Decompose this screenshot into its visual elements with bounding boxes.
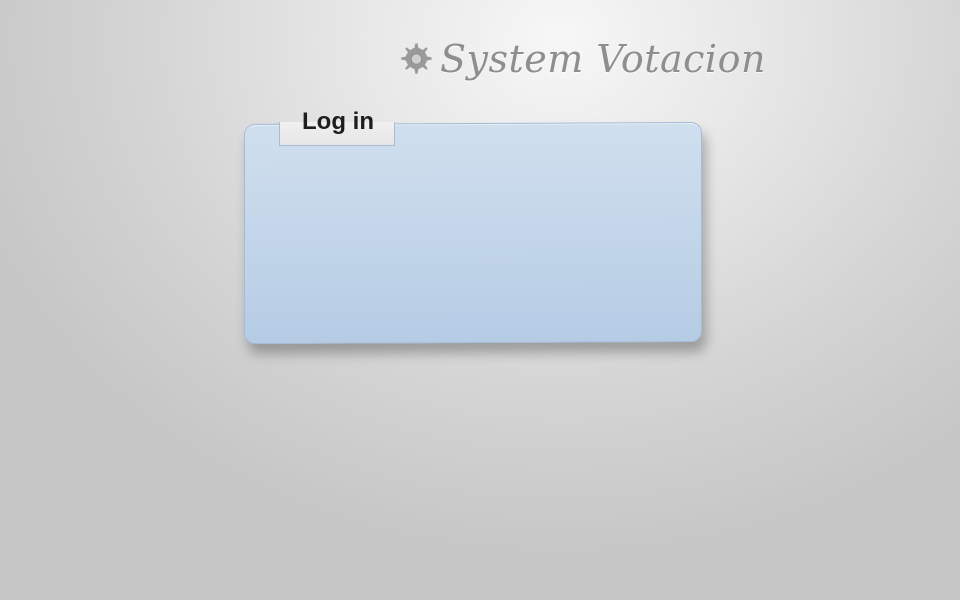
app-brand: System Votacion (396, 34, 766, 84)
login-page: { "header": { "title": "System Votacion"… (0, 0, 960, 600)
tab-login-label[interactable]: Log in (302, 108, 374, 136)
app-title: System Votacion (440, 37, 766, 81)
login-panel (244, 122, 702, 344)
gear-icon (400, 42, 433, 75)
